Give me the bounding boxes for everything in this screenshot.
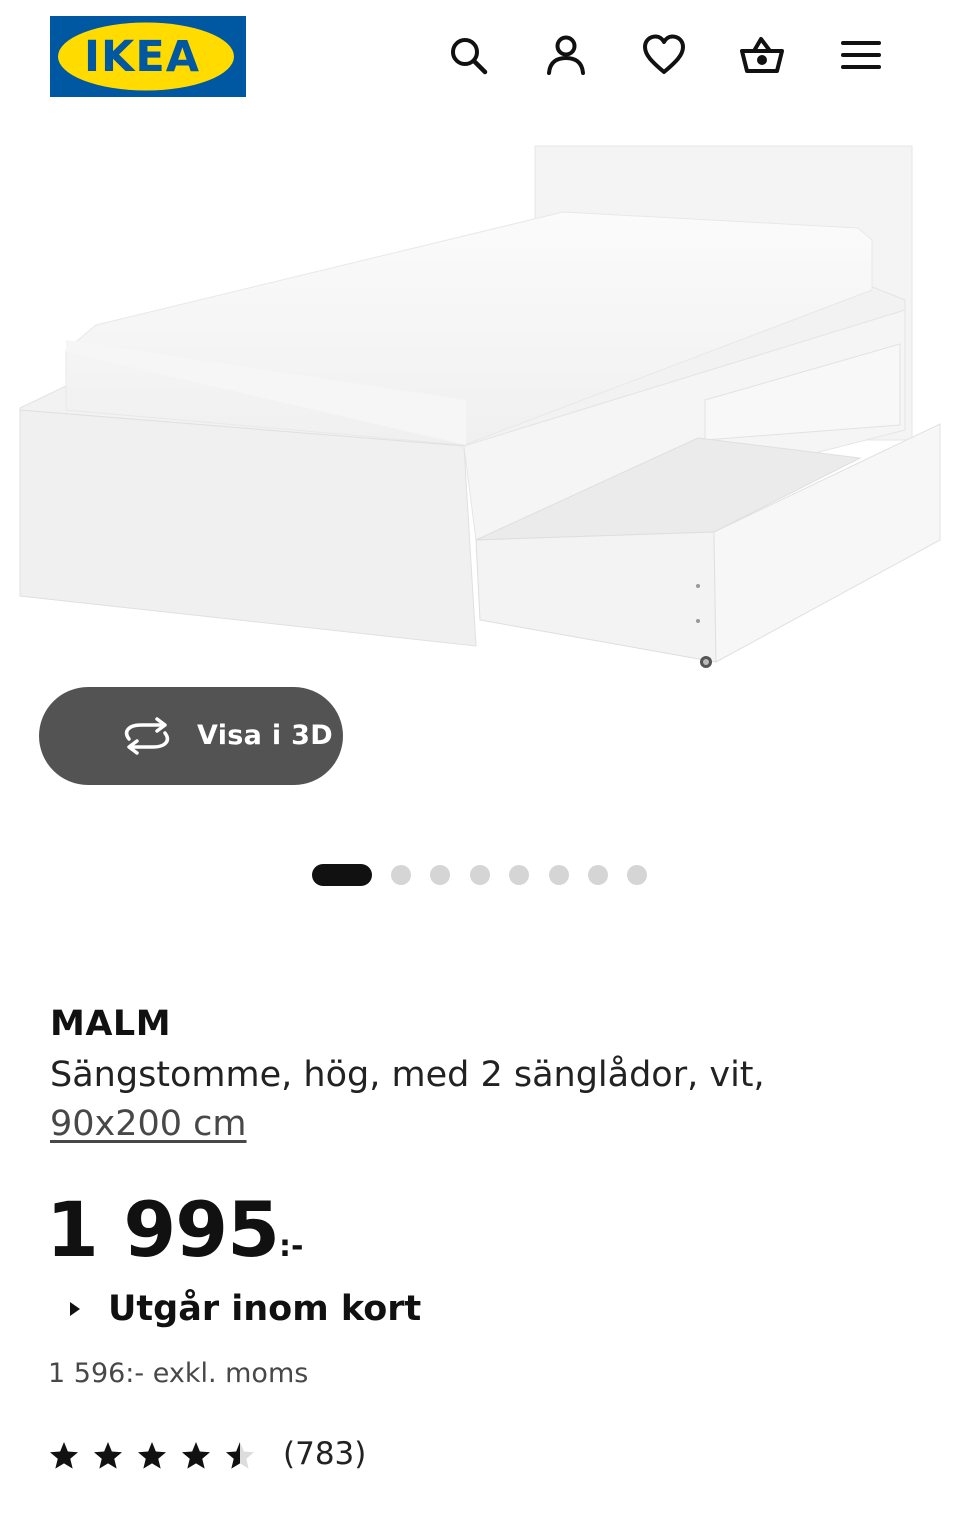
carousel-dot[interactable] [391, 865, 411, 885]
header: IKEA [0, 0, 960, 110]
star-half-icon [226, 1442, 254, 1469]
carousel-dot[interactable] [588, 865, 608, 885]
rotate-3d-icon [119, 717, 175, 755]
star-full-icon [94, 1442, 122, 1469]
carousel-dot[interactable] [470, 865, 490, 885]
star-full-icon [50, 1442, 78, 1469]
view-3d-button[interactable]: Visa i 3D [39, 687, 343, 785]
carousel-dot-active[interactable] [312, 864, 372, 886]
search-icon[interactable] [444, 31, 492, 79]
star-full-icon [182, 1442, 210, 1469]
product-size-link[interactable]: 90x200 cm [50, 1104, 247, 1144]
product-image[interactable] [0, 128, 960, 688]
availability-toggle[interactable]: Utgår inom kort [70, 1286, 421, 1332]
basket-icon[interactable] [738, 31, 786, 79]
product-name: MALM [50, 1004, 172, 1044]
price-amount: 1 995 [46, 1185, 280, 1274]
svg-text:IKEA: IKEA [84, 32, 200, 82]
carousel-dot[interactable] [430, 865, 450, 885]
availability-text: Utgår inom kort [108, 1289, 422, 1329]
rating-stars [48, 1436, 260, 1476]
carousel-dots [312, 864, 652, 886]
caret-right-icon [70, 1302, 80, 1316]
heart-icon[interactable] [640, 31, 688, 79]
ikea-logo[interactable]: IKEA [50, 16, 246, 97]
menu-icon[interactable] [837, 31, 885, 79]
price-excl-vat: 1 596:- exkl. moms [48, 1358, 309, 1389]
product-description: Sängstomme, hög, med 2 sänglådor, vit, [50, 1055, 765, 1095]
carousel-dot[interactable] [627, 865, 647, 885]
carousel-dot[interactable] [549, 865, 569, 885]
carousel-dot[interactable] [509, 865, 529, 885]
price-suffix: :- [278, 1229, 304, 1264]
product-price: 1 995:- [46, 1185, 303, 1274]
star-full-icon [138, 1442, 166, 1469]
product-rating[interactable]: (783) [48, 1434, 366, 1478]
review-count: (783) [283, 1436, 367, 1472]
account-icon[interactable] [542, 31, 590, 79]
view-3d-label: Visa i 3D [197, 720, 333, 751]
